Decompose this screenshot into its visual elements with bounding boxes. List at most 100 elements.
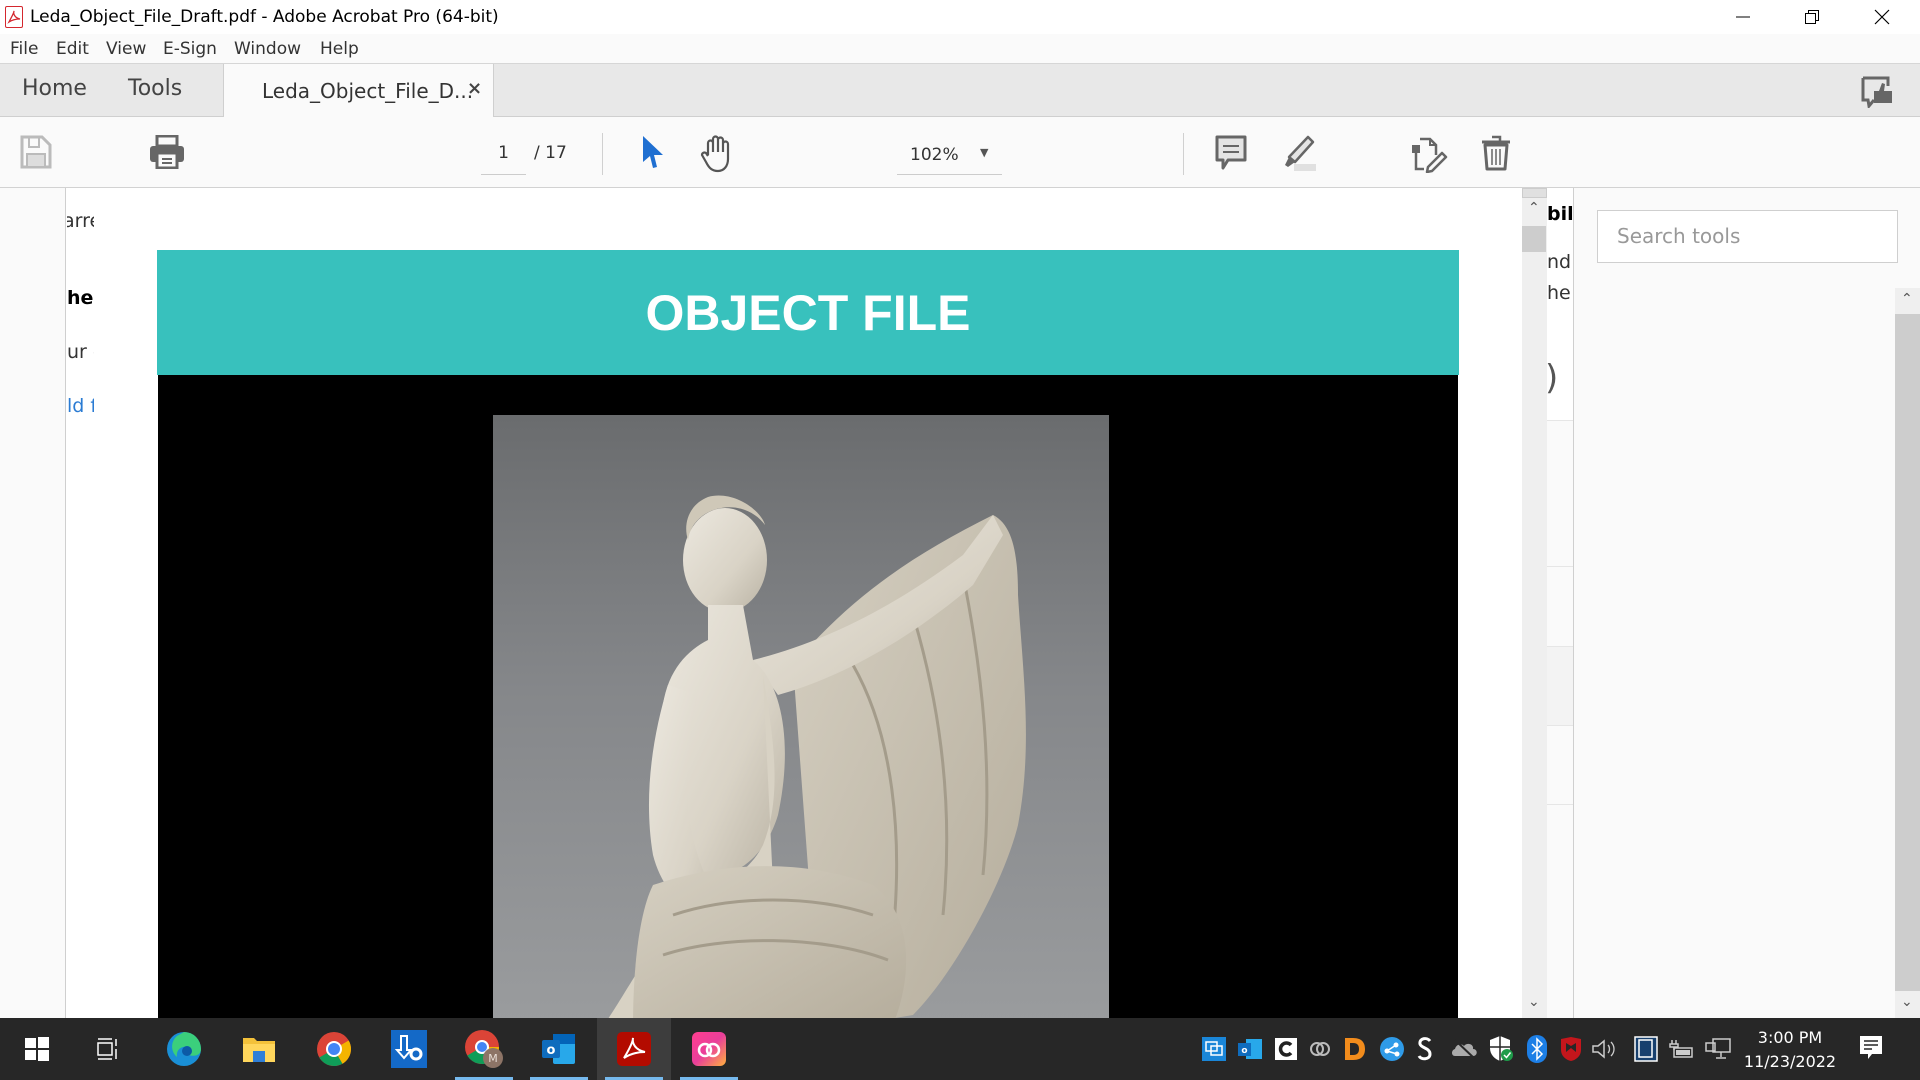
notifications-icon bbox=[1860, 1036, 1882, 1059]
scroll-up-arrow-icon[interactable]: ⌃ bbox=[1901, 291, 1913, 307]
text-fragment: he bbox=[1547, 282, 1571, 304]
delete-button[interactable] bbox=[1481, 135, 1511, 175]
system-clock[interactable]: 3:00 PM 11/23/2022 bbox=[1740, 1026, 1840, 1074]
zoom-level-dropdown[interactable]: 102% ▼ bbox=[897, 135, 1002, 175]
edit-file-button[interactable] bbox=[1410, 135, 1448, 177]
bluetooth-icon bbox=[1527, 1035, 1547, 1063]
hand-tool-button[interactable] bbox=[700, 135, 736, 177]
toolbar-divider bbox=[602, 133, 603, 175]
windows-security-icon bbox=[1490, 1036, 1513, 1061]
tab-document[interactable]: Leda_Object_File_D... × bbox=[223, 64, 494, 118]
scrollbar-thumb[interactable] bbox=[1522, 226, 1546, 252]
start-button[interactable] bbox=[0, 1018, 74, 1080]
comment-icon bbox=[1215, 135, 1247, 170]
delete-icon bbox=[1482, 135, 1510, 171]
restore-button[interactable] bbox=[1782, 0, 1842, 34]
tray-app-c[interactable] bbox=[1272, 1035, 1300, 1063]
creative-cloud-icon bbox=[692, 1032, 726, 1066]
comment-button[interactable] bbox=[1215, 135, 1247, 175]
scroll-down-arrow-icon[interactable]: ⌄ bbox=[1528, 994, 1540, 1010]
statue-image bbox=[493, 415, 1109, 1025]
image-frame bbox=[158, 375, 1458, 1025]
zoom-value: 102% bbox=[910, 145, 959, 165]
close-window-button[interactable] bbox=[1852, 0, 1912, 34]
tray-bluetooth[interactable] bbox=[1523, 1035, 1551, 1063]
outlook-icon: o bbox=[542, 1034, 575, 1064]
tray-security[interactable] bbox=[1487, 1035, 1515, 1063]
menu-file[interactable]: File bbox=[10, 39, 38, 59]
link-fragment[interactable]: ld f bbox=[67, 395, 94, 417]
menu-view[interactable]: View bbox=[106, 39, 146, 59]
acrobat-app-icon bbox=[5, 6, 23, 28]
tray-network[interactable] bbox=[1704, 1035, 1732, 1063]
left-nav-panel bbox=[0, 188, 66, 1018]
tray-mcafee[interactable] bbox=[1557, 1035, 1585, 1063]
s-app-icon bbox=[1417, 1037, 1432, 1061]
edit-file-icon bbox=[1412, 137, 1448, 174]
tray-onedrive[interactable] bbox=[1451, 1035, 1479, 1063]
scroll-down-arrow-icon[interactable]: ⌄ bbox=[1901, 994, 1913, 1010]
restore-icon bbox=[1805, 10, 1819, 24]
mcafee-shield-icon bbox=[1561, 1037, 1581, 1061]
tab-home[interactable]: Home bbox=[22, 76, 87, 101]
toolbar: 1 / 17 102% ▼ bbox=[0, 117, 1920, 188]
close-tab-button[interactable]: × bbox=[467, 78, 482, 99]
software-center-taskbar-button[interactable] bbox=[372, 1018, 446, 1080]
page-number-input[interactable]: 1 bbox=[481, 135, 526, 175]
clock-time: 3:00 PM bbox=[1757, 1028, 1823, 1047]
clock-date: 11/23/2022 bbox=[1743, 1052, 1837, 1071]
highlight-button[interactable] bbox=[1280, 135, 1316, 175]
save-button[interactable] bbox=[20, 135, 52, 173]
object-file-banner: OBJECT FILE bbox=[157, 250, 1459, 375]
creative-cloud-taskbar-button[interactable] bbox=[672, 1018, 746, 1080]
document-scrollbar[interactable]: ⌃ ⌄ bbox=[1522, 188, 1547, 1018]
d-app-icon bbox=[1345, 1038, 1365, 1060]
chrome-taskbar-button[interactable] bbox=[297, 1018, 371, 1080]
select-tool-button[interactable] bbox=[641, 135, 665, 173]
print-button[interactable] bbox=[149, 134, 185, 173]
action-center-button[interactable] bbox=[1857, 1034, 1885, 1062]
scrollbar-thumb[interactable] bbox=[1895, 314, 1920, 991]
tools-pane-scrollbar[interactable]: ⌃ ⌄ bbox=[1895, 288, 1920, 1018]
tools-pane: Search tools ⌃ ⌄ bbox=[1574, 188, 1920, 1018]
tray-app-d[interactable] bbox=[1341, 1035, 1369, 1063]
acrobat-taskbar-button[interactable] bbox=[597, 1018, 671, 1080]
panel-row bbox=[1547, 566, 1573, 646]
svg-text:o: o bbox=[547, 1043, 556, 1058]
outlook-taskbar-button[interactable]: o bbox=[522, 1018, 596, 1080]
svg-text:o: o bbox=[1241, 1046, 1247, 1056]
chevron-down-icon: ▼ bbox=[980, 146, 989, 159]
tray-battery[interactable] bbox=[1668, 1035, 1696, 1063]
page-total: / 17 bbox=[534, 143, 567, 163]
menu-bar: File Edit View E-Sign Window Help bbox=[0, 34, 1920, 64]
menu-help[interactable]: Help bbox=[320, 39, 359, 59]
panel-row bbox=[1547, 804, 1573, 1018]
tray-outlook[interactable]: o bbox=[1236, 1035, 1264, 1063]
task-view-button[interactable] bbox=[70, 1018, 144, 1080]
tab-bar: Home Tools Leda_Object_File_D... × bbox=[0, 64, 1920, 118]
file-explorer-taskbar-button[interactable] bbox=[222, 1018, 296, 1080]
leda-statue-illustration bbox=[603, 495, 1026, 1025]
tray-creative-cloud[interactable] bbox=[1306, 1035, 1334, 1063]
text-fragment: arre bbox=[67, 210, 94, 232]
chrome-profile-taskbar-button[interactable]: M bbox=[447, 1018, 521, 1080]
menu-esign[interactable]: E-Sign bbox=[163, 39, 217, 59]
tray-app-s[interactable] bbox=[1411, 1035, 1439, 1063]
feedback-button[interactable] bbox=[1860, 76, 1896, 112]
minimize-button[interactable] bbox=[1713, 0, 1773, 34]
chrome-icon bbox=[317, 1032, 351, 1066]
acrobat-icon bbox=[617, 1032, 651, 1066]
tray-display[interactable] bbox=[1632, 1035, 1660, 1063]
edge-taskbar-button[interactable] bbox=[147, 1018, 221, 1080]
tray-volume[interactable] bbox=[1590, 1035, 1618, 1063]
tray-share-app[interactable] bbox=[1378, 1035, 1406, 1063]
search-tools-input[interactable]: Search tools bbox=[1597, 210, 1898, 263]
tray-remote-desktop[interactable] bbox=[1200, 1035, 1228, 1063]
scroll-up-arrow-icon[interactable]: ⌃ bbox=[1528, 200, 1540, 216]
remote-desktop-icon bbox=[1202, 1037, 1226, 1061]
software-center-icon bbox=[391, 1030, 427, 1068]
tab-tools[interactable]: Tools bbox=[128, 76, 182, 101]
speaker-icon bbox=[1592, 1039, 1615, 1059]
menu-window[interactable]: Window bbox=[234, 39, 301, 59]
menu-edit[interactable]: Edit bbox=[56, 39, 89, 59]
